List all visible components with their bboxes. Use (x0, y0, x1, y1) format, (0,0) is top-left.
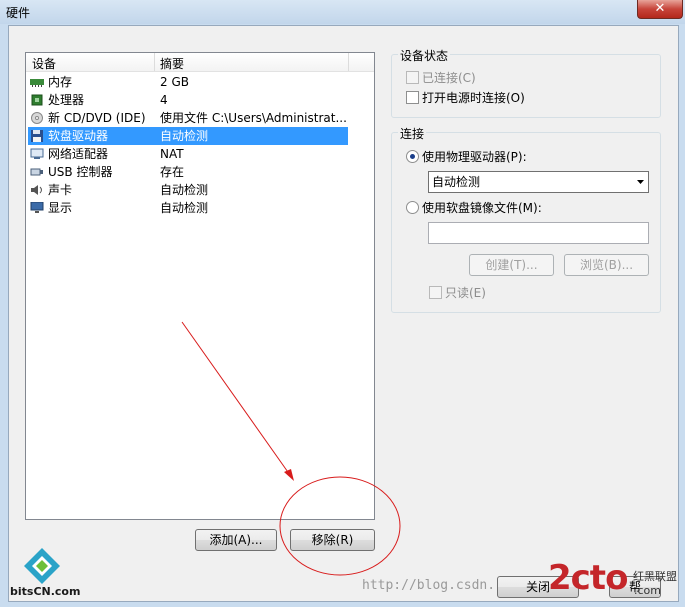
annotation-ellipse (279, 476, 401, 576)
bitscn-watermark: bitsCN.com (10, 585, 81, 598)
2cto-suffix-watermark: .com (634, 584, 661, 597)
annotation-arrow-head (284, 469, 294, 481)
hongheilianmeng-watermark: 红黑联盟 (633, 570, 677, 583)
annotation-arrow-line (181, 321, 291, 476)
2cto-watermark: 2cto (548, 558, 628, 598)
annotation-overlay (181, 321, 401, 576)
blog-url-watermark: http://blog.csdn. (362, 578, 496, 593)
